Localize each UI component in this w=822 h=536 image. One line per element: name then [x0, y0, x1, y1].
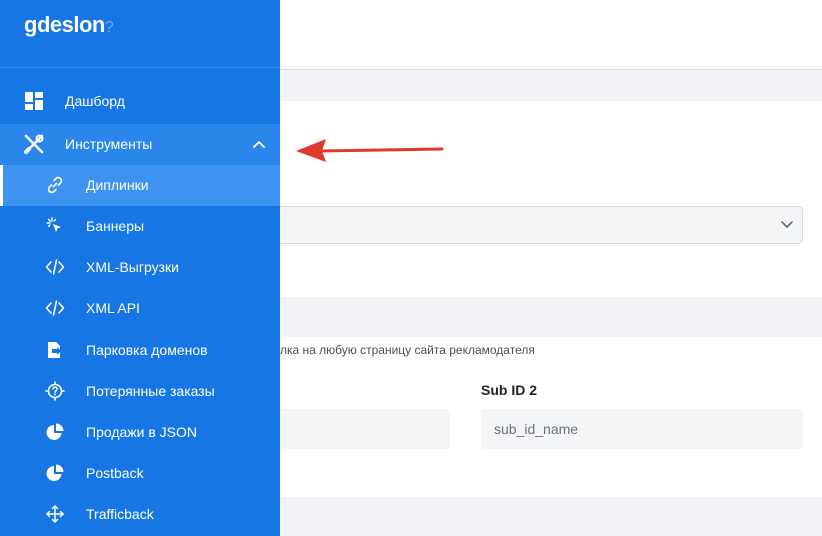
brand-logo[interactable]: gdeslon?	[24, 12, 114, 38]
tools-icon	[24, 134, 44, 154]
sidebar-item-label: XML API	[86, 300, 140, 316]
sidebar-item-label: Потерянные заказы	[86, 383, 215, 399]
domain-parking-icon	[48, 342, 61, 358]
sidebar-item-xml-api[interactable]: XML API	[0, 288, 280, 329]
sidebar-item-label: Продажи в JSON	[86, 424, 198, 440]
sidebar-item-label: XML-Выгрузки	[86, 259, 179, 275]
sidebar-item-label: Баннеры	[86, 218, 145, 234]
sidebar-item-dashboard[interactable]: Дашборд	[0, 81, 280, 122]
sidebar-item-xml-exports[interactable]: XML-Выгрузки	[0, 247, 280, 288]
sidebar-item-label: Postback	[86, 465, 144, 481]
pie-chart-icon	[46, 464, 64, 481]
sidebar: gdeslon? Дашборд Инструменты Диплинки Ба…	[0, 0, 280, 536]
sidebar-item-domain-parking[interactable]: Парковка доменов	[0, 330, 280, 371]
sidebar-item-trafficback[interactable]: Trafficback	[0, 494, 280, 535]
section-band-bottom	[280, 497, 822, 536]
advertiser-select[interactable]	[260, 206, 803, 244]
sub-id2-label: Sub ID 2	[481, 382, 538, 398]
link-icon	[47, 176, 63, 194]
sidebar-item-label: Trafficback	[86, 506, 154, 522]
sidebar-item-label: Парковка доменов	[86, 342, 208, 358]
chevron-down-icon	[781, 221, 793, 228]
deeplink-hint-text: лка на любую страницу сайта рекламодател…	[280, 343, 535, 357]
logo-mark: ?	[104, 19, 114, 36]
sidebar-item-label: Диплинки	[86, 177, 149, 193]
sidebar-item-label: Дашборд	[65, 93, 125, 109]
dashboard-icon	[25, 92, 43, 110]
logo-text: gdeslon	[24, 12, 105, 37]
sidebar-item-sales-json[interactable]: Продажи в JSON	[0, 412, 280, 453]
sidebar-item-postback[interactable]: Postback	[0, 453, 280, 494]
sub-id2-input[interactable]	[481, 409, 803, 449]
code-icon	[45, 259, 65, 275]
sidebar-item-label: Инструменты	[65, 136, 153, 152]
section-band-top	[280, 70, 822, 101]
sidebar-item-lost-orders[interactable]: Потерянные заказы	[0, 371, 280, 412]
sub-id1-input[interactable]	[260, 409, 450, 449]
lost-orders-icon	[45, 381, 65, 401]
annotation-arrow-icon	[296, 139, 444, 162]
sidebar-item-deeplinks[interactable]: Диплинки	[0, 165, 280, 206]
section-band-middle	[280, 297, 822, 337]
sidebar-divider	[0, 67, 280, 68]
cursor-click-icon	[46, 217, 61, 232]
chevron-up-icon	[253, 141, 265, 148]
sidebar-item-banners[interactable]: Баннеры	[0, 206, 280, 247]
pie-chart-icon	[46, 423, 64, 440]
code-icon	[45, 300, 65, 316]
move-arrows-icon	[46, 505, 64, 523]
sidebar-item-tools[interactable]: Инструменты	[0, 124, 280, 165]
